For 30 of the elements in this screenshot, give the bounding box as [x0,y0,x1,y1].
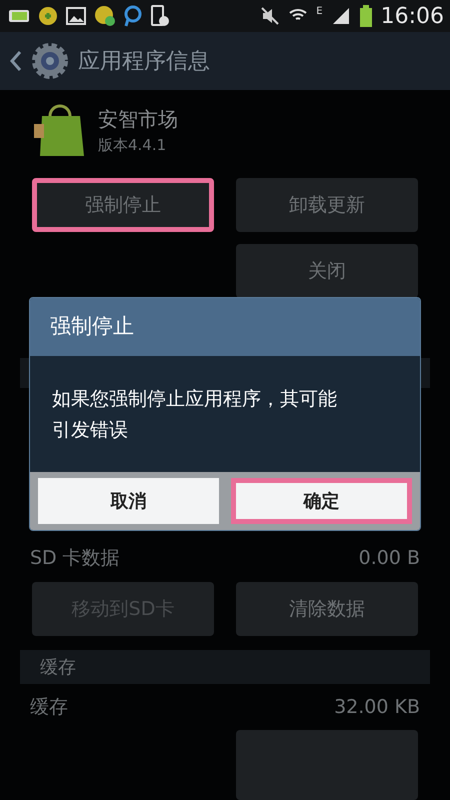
app-name: 安智市场 [98,106,178,133]
row-label: SD 卡数据 [30,546,120,571]
shopping-bag-icon [34,102,86,158]
signal-icon [330,6,351,26]
dialog-button[interactable]: 确定 [231,478,412,524]
section-title: 缓存 [40,656,76,680]
image-icon [66,7,86,25]
app-icon [94,5,116,27]
network-type: E [316,5,323,19]
gear-icon [30,41,70,81]
dialog-title: 强制停止 [50,313,134,340]
dialog-button[interactable]: 取消 [38,478,219,524]
app-version: 版本4.4.1 [98,134,168,156]
phone-clock-icon [150,5,170,27]
app-icon [38,6,58,26]
row-label: 缓存 [30,694,68,720]
battery-icon [6,8,30,24]
back-icon[interactable] [10,50,22,72]
dialog-message: 如果您强制停止应用程序，其可能引发错误 [52,387,338,443]
action-button[interactable]: 清除数据 [236,582,418,636]
action-button[interactable]: 卸载更新 [236,178,418,232]
action-button[interactable]: 关闭 [236,244,418,298]
app-icon [124,5,142,27]
mute-icon [260,6,280,26]
battery-icon [358,5,373,27]
screen-title: 应用程序信息 [78,48,210,76]
row-value: 0.00 B [358,546,420,571]
clock: 16:06 [380,2,444,30]
action-button[interactable]: 强制停止 [32,178,214,232]
row-value: 32.00 KB [334,694,420,720]
